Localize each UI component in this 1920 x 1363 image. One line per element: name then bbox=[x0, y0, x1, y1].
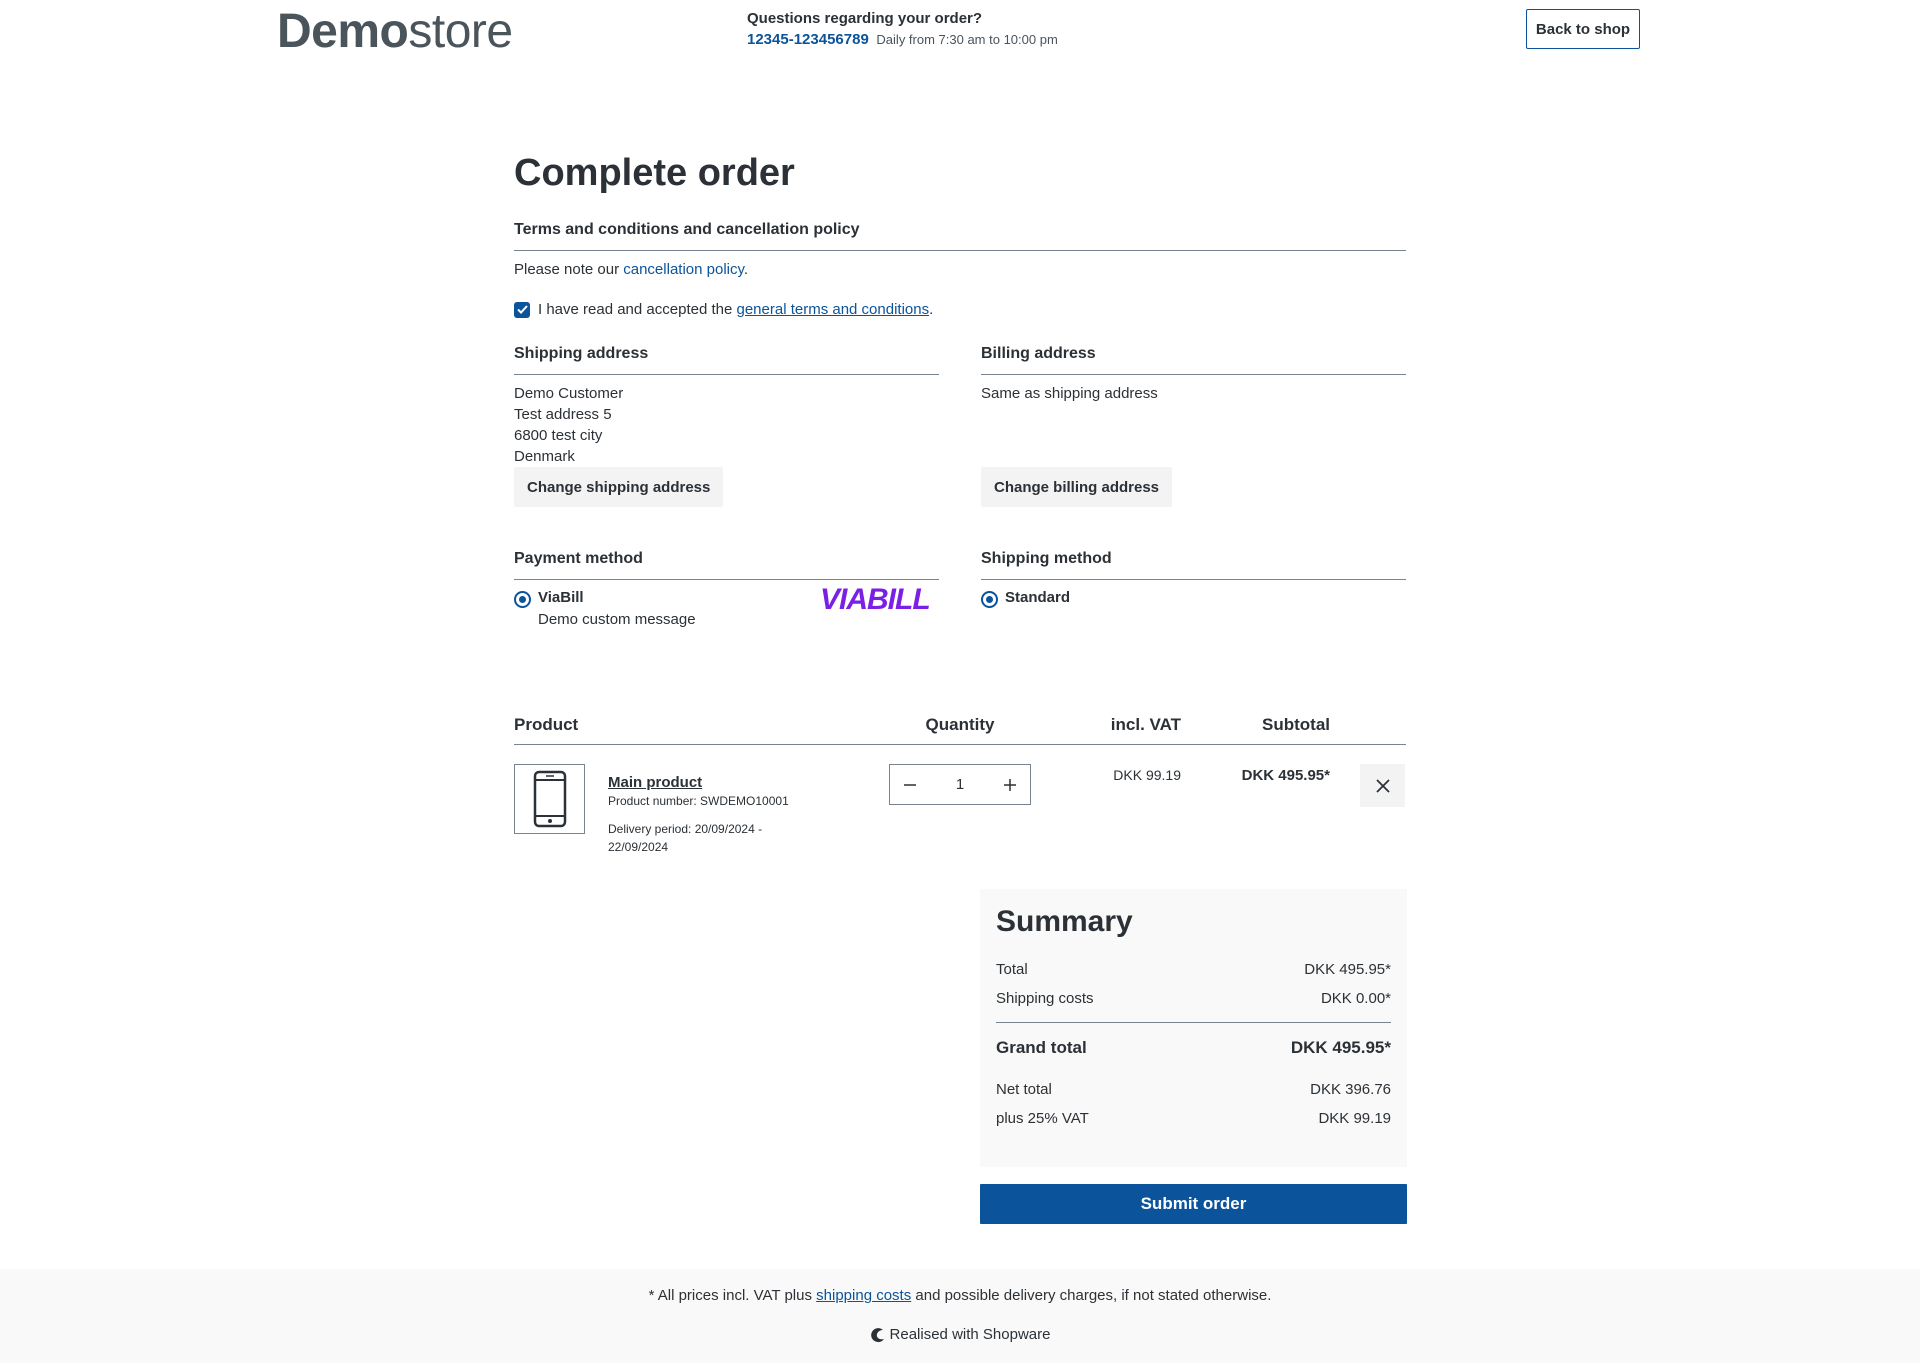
shopware-logo-icon bbox=[870, 1327, 884, 1342]
quantity-stepper: 1 bbox=[889, 764, 1031, 805]
shipping-costs-link[interactable]: shipping costs bbox=[816, 1287, 911, 1304]
cancellation-policy-link[interactable]: cancellation policy bbox=[623, 261, 744, 278]
shipping-method-divider bbox=[981, 579, 1406, 580]
shipping-address-divider bbox=[514, 374, 939, 375]
increase-quantity-button[interactable] bbox=[1000, 775, 1020, 795]
change-shipping-address-button[interactable]: Change shipping address bbox=[514, 467, 724, 507]
footer-brand-text: Realised with Shopware bbox=[889, 1326, 1051, 1343]
billing-address-title: Billing address bbox=[981, 345, 1096, 362]
shipping-address-country: Denmark bbox=[514, 448, 575, 465]
hotline-phone-link[interactable]: 12345-123456789 bbox=[747, 31, 869, 48]
item-vat-price: DKK 99.19 bbox=[1113, 767, 1181, 783]
viabill-logo: VIABILL bbox=[820, 583, 931, 616]
subtotal-column-header: Subtotal bbox=[1262, 715, 1330, 734]
hotline-hours: Daily from 7:30 am to 10:00 pm bbox=[876, 32, 1058, 47]
payment-method-message: Demo custom message bbox=[538, 611, 696, 628]
hotline-title: Questions regarding your order? bbox=[747, 10, 983, 27]
vat-value: DKK 99.19 bbox=[1318, 1110, 1391, 1127]
hotline-info: 12345-123456789 Daily from 7:30 am to 10… bbox=[747, 31, 1058, 48]
shipping-address-city: 6800 test city bbox=[514, 427, 603, 444]
check-icon bbox=[516, 305, 528, 314]
standard-shipping-radio[interactable] bbox=[981, 591, 998, 608]
quantity-column-header: Quantity bbox=[925, 715, 995, 734]
billing-address-divider bbox=[981, 374, 1406, 375]
delivery-period-line2: 22/09/2024 bbox=[608, 840, 669, 854]
item-subtotal: DKK 495.95* bbox=[1241, 767, 1330, 784]
net-total-value: DKK 396.76 bbox=[1310, 1081, 1391, 1098]
cart-header-divider bbox=[514, 744, 1406, 745]
footer: * All prices incl. VAT plus shipping cos… bbox=[0, 1269, 1920, 1363]
terms-checkbox[interactable] bbox=[514, 301, 530, 318]
summary-total-value: DKK 495.95* bbox=[1304, 961, 1391, 978]
terms-divider bbox=[514, 250, 1406, 251]
decrease-quantity-button[interactable] bbox=[900, 775, 920, 795]
payment-method-title: Payment method bbox=[514, 550, 643, 567]
terms-accept-prefix: I have read and accepted the bbox=[538, 301, 737, 318]
summary-shipping-row: Shipping costs DKK 0.00* bbox=[996, 990, 1391, 1007]
terms-accept-suffix: . bbox=[929, 301, 934, 318]
payment-method-name[interactable]: ViaBill bbox=[538, 589, 584, 606]
summary-total-label: Total bbox=[996, 961, 1028, 978]
close-icon bbox=[1375, 778, 1390, 793]
summary-net-row: Net total DKK 396.76 bbox=[996, 1081, 1391, 1098]
product-name-link[interactable]: Main product bbox=[608, 774, 702, 791]
terms-accept-row: I have read and accepted the general ter… bbox=[514, 299, 933, 320]
footer-brand[interactable]: Realised with Shopware bbox=[0, 1326, 1920, 1343]
cancellation-note-prefix: Please note our bbox=[514, 261, 624, 278]
shipping-method-name[interactable]: Standard bbox=[1005, 589, 1070, 606]
grand-total-label: Grand total bbox=[996, 1038, 1087, 1057]
vat-column-header: incl. VAT bbox=[1110, 715, 1181, 734]
summary-vat-row: plus 25% VAT DKK 99.19 bbox=[996, 1110, 1391, 1127]
summary-shipping-value: DKK 0.00* bbox=[1320, 990, 1391, 1007]
logo-bold-text: Demo bbox=[277, 5, 409, 58]
change-billing-address-button[interactable]: Change billing address bbox=[981, 467, 1173, 507]
shipping-address-title: Shipping address bbox=[514, 345, 649, 362]
minus-icon bbox=[904, 783, 916, 786]
shipping-address-block: Demo Customer Test address 5 6800 test c… bbox=[514, 383, 623, 467]
cancellation-note: Please note our cancellation policy. bbox=[514, 259, 748, 280]
store-logo[interactable]: Demostore bbox=[277, 4, 513, 60]
shipping-address-street: Test address 5 bbox=[514, 406, 612, 423]
submit-order-button[interactable]: Submit order bbox=[980, 1184, 1407, 1224]
summary-total-row: Total DKK 495.95* bbox=[996, 961, 1391, 978]
delivery-period: Delivery period: 20/09/2024 - 22/09/2024 bbox=[608, 820, 762, 856]
grand-total-value: DKK 495.95* bbox=[1290, 1038, 1391, 1057]
terms-section-title: Terms and conditions and cancellation po… bbox=[514, 221, 860, 238]
remove-item-button[interactable] bbox=[1360, 764, 1405, 807]
back-to-shop-button[interactable]: Back to shop bbox=[1526, 9, 1640, 49]
logo-light-text: store bbox=[408, 5, 513, 58]
smartphone-icon bbox=[533, 770, 566, 828]
footer-note-prefix: * All prices incl. VAT plus bbox=[648, 1287, 817, 1304]
terms-accept-text: I have read and accepted the general ter… bbox=[538, 299, 933, 320]
shipping-address-name: Demo Customer bbox=[514, 385, 624, 402]
summary-divider bbox=[996, 1022, 1391, 1023]
viabill-radio[interactable] bbox=[514, 591, 531, 608]
payment-method-divider bbox=[514, 579, 939, 580]
plus-icon bbox=[1004, 778, 1016, 791]
delivery-period-line1: Delivery period: 20/09/2024 - bbox=[608, 822, 763, 836]
product-number: Product number: SWDEMO10001 bbox=[608, 794, 789, 808]
footer-price-note: * All prices incl. VAT plus shipping cos… bbox=[0, 1287, 1920, 1304]
footer-note-suffix: and possible delivery charges, if not st… bbox=[911, 1287, 1272, 1304]
summary-grand-total-row: Grand total DKK 495.95* bbox=[996, 1038, 1391, 1058]
page-title: Complete order bbox=[514, 152, 795, 194]
terms-link[interactable]: general terms and conditions bbox=[736, 301, 929, 318]
quantity-value[interactable]: 1 bbox=[956, 776, 964, 793]
cancellation-note-suffix: . bbox=[743, 261, 749, 278]
net-total-label: Net total bbox=[996, 1081, 1052, 1098]
summary-shipping-label: Shipping costs bbox=[996, 990, 1094, 1007]
product-column-header: Product bbox=[514, 715, 579, 734]
order-summary: Summary Total DKK 495.95* Shipping costs… bbox=[980, 889, 1407, 1167]
shipping-method-title: Shipping method bbox=[981, 550, 1112, 567]
product-image[interactable] bbox=[514, 764, 585, 834]
vat-label: plus 25% VAT bbox=[996, 1110, 1089, 1127]
billing-address-text: Same as shipping address bbox=[981, 385, 1158, 402]
summary-title: Summary bbox=[996, 905, 1133, 938]
